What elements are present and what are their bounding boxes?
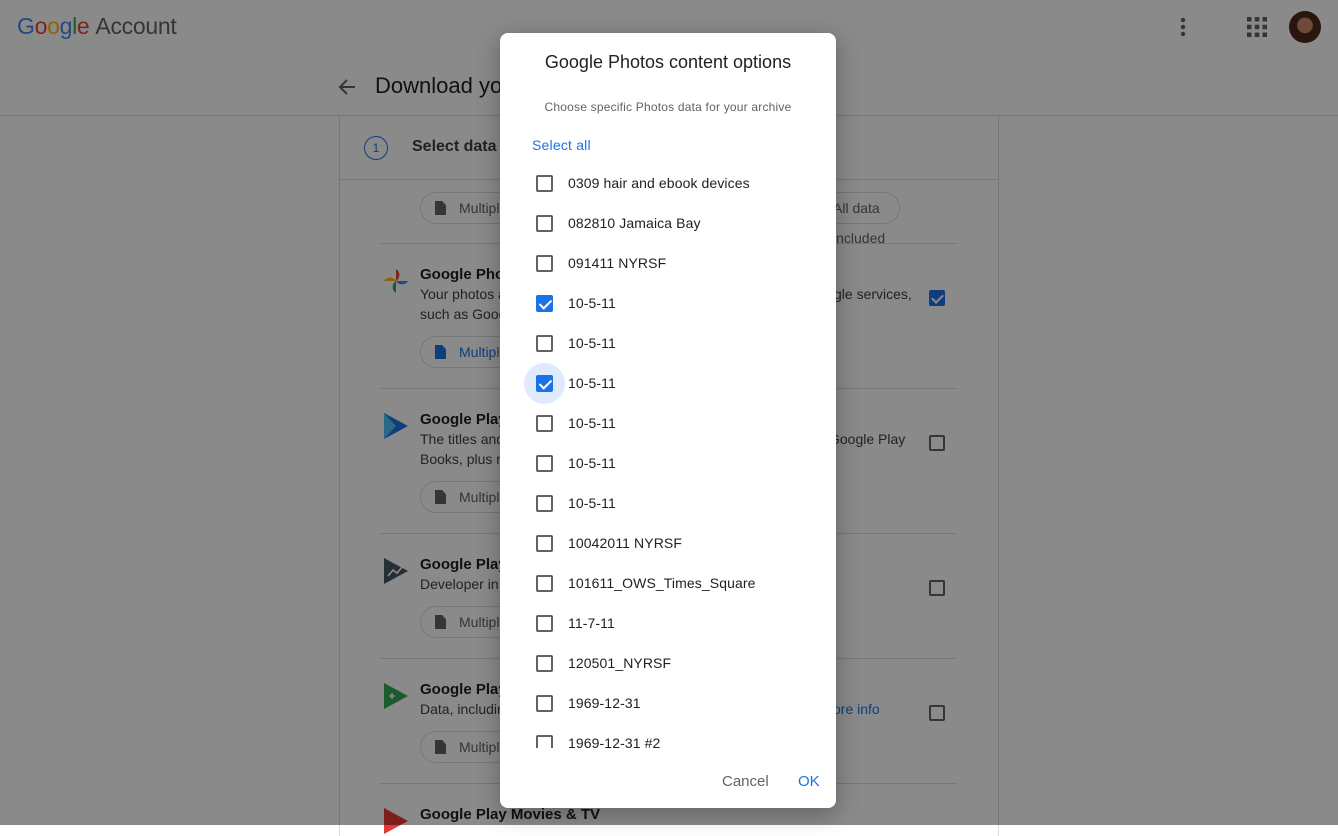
album-checkbox[interactable] (536, 495, 553, 512)
album-label: 11-7-11 (568, 615, 615, 631)
photos-content-options-dialog: Google Photos content options Choose spe… (500, 33, 836, 808)
album-checkbox[interactable] (536, 175, 553, 192)
dialog-actions: Cancel OK (500, 763, 836, 803)
cancel-button[interactable]: Cancel (722, 773, 769, 790)
ok-button[interactable]: OK (798, 773, 820, 790)
album-label: 10-5-11 (568, 295, 616, 311)
album-row[interactable]: 1969-12-31 #2 (500, 723, 836, 748)
album-checkbox[interactable] (536, 295, 553, 312)
album-label: 1969-12-31 (568, 695, 641, 711)
album-row[interactable]: 10-5-11 (500, 323, 836, 363)
album-checkbox[interactable] (536, 255, 553, 272)
album-label: 091411 NYRSF (568, 255, 667, 271)
album-checkbox[interactable] (536, 615, 553, 632)
album-label: 082810 Jamaica Bay (568, 215, 701, 231)
album-row[interactable]: 11-7-11 (500, 603, 836, 643)
album-row[interactable]: 101611_OWS_Times_Square (500, 563, 836, 603)
album-row[interactable]: 1969-12-31 (500, 683, 836, 723)
album-row[interactable]: 082810 Jamaica Bay (500, 203, 836, 243)
album-checkbox[interactable] (536, 695, 553, 712)
album-checkbox[interactable] (536, 535, 553, 552)
select-all-button[interactable]: Select all (532, 137, 591, 153)
album-label: 10-5-11 (568, 495, 616, 511)
album-checkbox[interactable] (536, 215, 553, 232)
album-row[interactable]: 120501_NYRSF (500, 643, 836, 683)
album-checkbox[interactable] (536, 415, 553, 432)
album-row[interactable]: 10-5-11 (500, 363, 836, 404)
album-label: 0309 hair and ebook devices (568, 175, 750, 191)
album-row[interactable]: 10-5-11 (500, 443, 836, 483)
album-label: 10-5-11 (568, 455, 616, 471)
album-checkbox[interactable] (536, 455, 553, 472)
album-checkbox[interactable] (536, 735, 553, 748)
album-label: 1969-12-31 #2 (568, 735, 661, 748)
album-row[interactable]: 10-5-11 (500, 283, 836, 323)
album-row[interactable]: 10042011 NYRSF (500, 523, 836, 563)
album-list[interactable]: 0309 hair and ebook devices 082810 Jamaic… (500, 163, 836, 748)
dialog-subtitle: Choose specific Photos data for your arc… (544, 100, 792, 114)
album-checkbox[interactable] (536, 655, 553, 672)
album-checkbox[interactable] (536, 575, 553, 592)
album-checkbox[interactable] (524, 363, 565, 404)
album-checkbox[interactable] (536, 335, 553, 352)
dialog-title: Google Photos content options (544, 52, 792, 72)
album-label: 10-5-11 (568, 375, 616, 391)
album-label: 120501_NYRSF (568, 655, 672, 671)
album-label: 10042011 NYRSF (568, 535, 682, 551)
album-row[interactable]: 10-5-11 (500, 403, 836, 443)
album-label: 10-5-11 (568, 335, 616, 351)
album-label: 101611_OWS_Times_Square (568, 575, 756, 591)
album-row[interactable]: 10-5-11 (500, 483, 836, 523)
album-row[interactable]: 091411 NYRSF (500, 243, 836, 283)
album-label: 10-5-11 (568, 415, 616, 431)
album-row[interactable]: 0309 hair and ebook devices (500, 163, 836, 203)
